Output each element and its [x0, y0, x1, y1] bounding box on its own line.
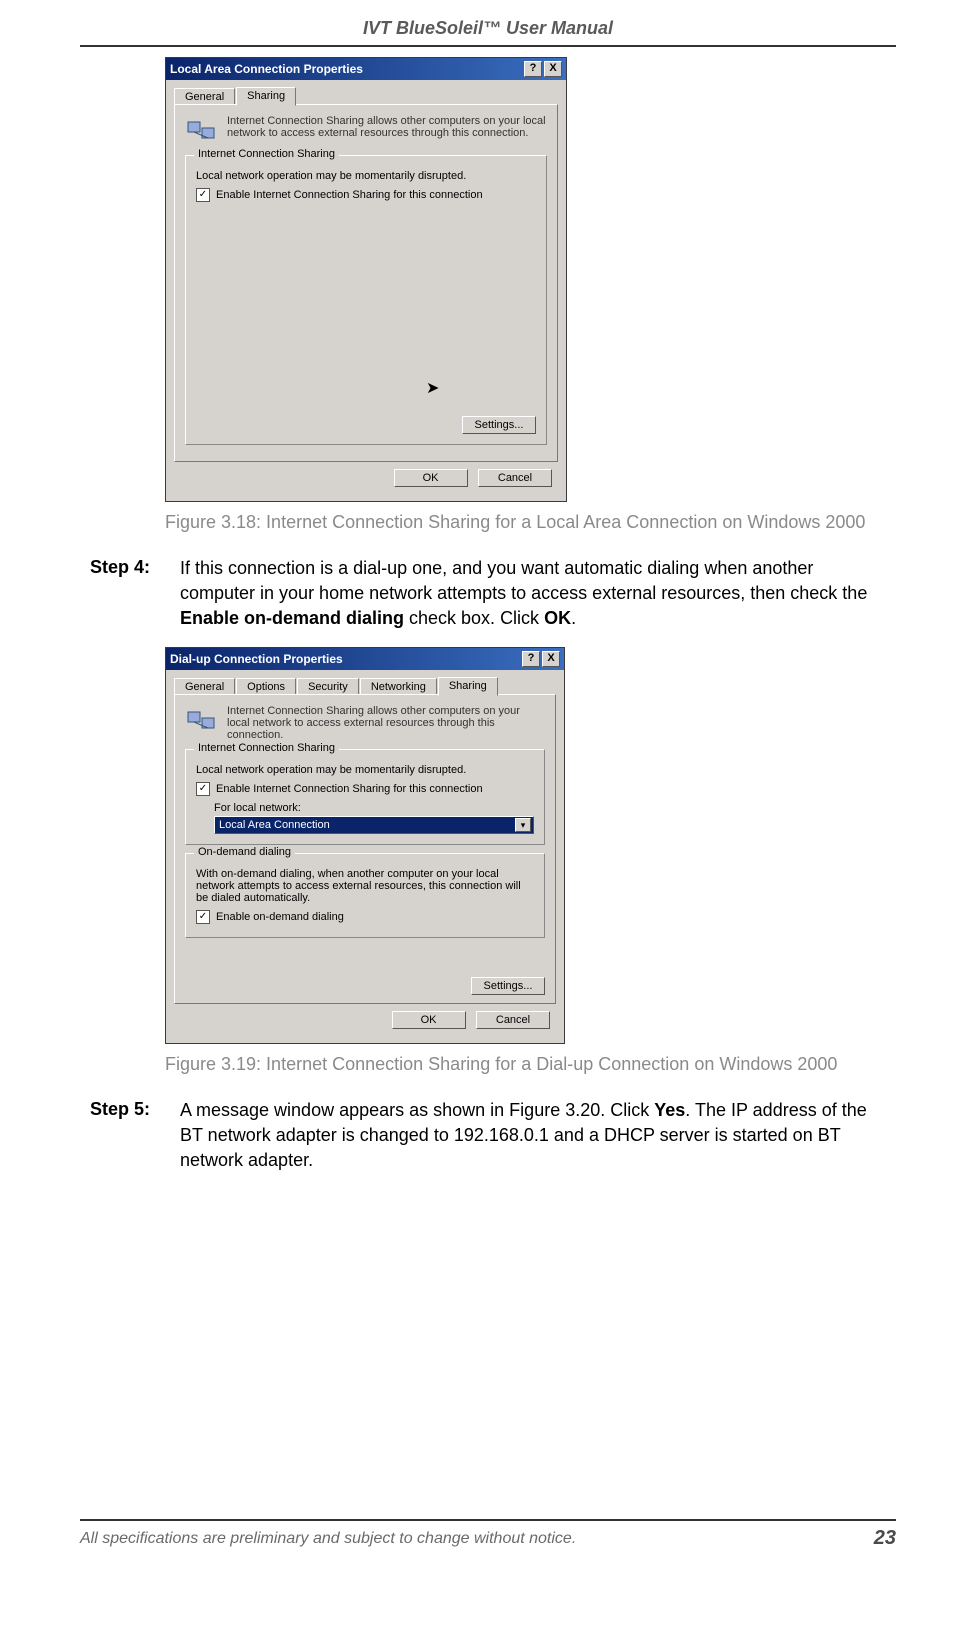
checkbox-enable-ics[interactable]: ✓: [196, 188, 210, 202]
settings-button[interactable]: Settings...: [471, 977, 545, 995]
checkbox-enable-on-demand-label: Enable on-demand dialing: [216, 911, 344, 923]
group-internet-connection-sharing: Local network operation may be momentari…: [185, 155, 547, 445]
close-icon[interactable]: X: [544, 61, 562, 77]
help-icon[interactable]: ?: [524, 61, 542, 77]
cancel-button[interactable]: Cancel: [478, 469, 552, 487]
disruption-note: Local network operation may be momentari…: [196, 764, 534, 776]
on-demand-description: With on-demand dialing, when another com…: [196, 868, 534, 904]
settings-button[interactable]: Settings...: [462, 416, 536, 434]
network-sharing-icon: [185, 705, 217, 737]
help-icon[interactable]: ?: [522, 651, 540, 667]
titlebar: Local Area Connection Properties ? X: [166, 58, 566, 80]
dialog-local-area-connection-properties: Local Area Connection Properties ? X Gen…: [165, 57, 567, 502]
checkbox-enable-on-demand[interactable]: ✓: [196, 910, 210, 924]
for-local-network-label: For local network:: [214, 802, 534, 814]
step-5-label: Step 5:: [90, 1098, 180, 1172]
ok-button[interactable]: OK: [392, 1011, 466, 1029]
step-4-label: Step 4:: [90, 556, 180, 630]
sharing-description: Internet Connection Sharing allows other…: [227, 705, 545, 741]
group-on-demand-dialing: With on-demand dialing, when another com…: [185, 853, 545, 938]
tab-sharing[interactable]: Sharing: [438, 677, 498, 696]
figure-caption-3-18: Figure 3.18: Internet Connection Sharing…: [165, 510, 886, 534]
local-network-dropdown[interactable]: Local Area Connection: [214, 816, 534, 834]
step-5-body: A message window appears as shown in Fig…: [180, 1098, 886, 1172]
tab-sharing[interactable]: Sharing: [236, 87, 296, 106]
footer-disclaimer: All specifications are preliminary and s…: [80, 1530, 874, 1548]
document-title: IVT BlueSoleil™ User Manual: [80, 18, 896, 45]
titlebar: Dial-up Connection Properties ? X: [166, 648, 564, 670]
checkbox-enable-ics-label: Enable Internet Connection Sharing for t…: [216, 783, 483, 795]
page-number: 23: [874, 1527, 896, 1550]
mouse-cursor-icon: ➤: [426, 378, 766, 398]
close-icon[interactable]: X: [542, 651, 560, 667]
checkbox-enable-ics-label: Enable Internet Connection Sharing for t…: [216, 189, 483, 201]
step-4-body: If this connection is a dial-up one, and…: [180, 556, 886, 630]
ok-button[interactable]: OK: [394, 469, 468, 487]
window-title: Dial-up Connection Properties: [170, 652, 520, 666]
checkbox-enable-ics[interactable]: ✓: [196, 782, 210, 796]
window-title: Local Area Connection Properties: [170, 62, 522, 76]
dialog-dialup-connection-properties: Dial-up Connection Properties ? X Genera…: [165, 647, 565, 1044]
group-internet-connection-sharing: Local network operation may be momentari…: [185, 749, 545, 845]
disruption-note: Local network operation may be momentari…: [196, 170, 536, 182]
figure-caption-3-19: Figure 3.19: Internet Connection Sharing…: [165, 1052, 886, 1076]
footer-divider: [80, 1519, 896, 1521]
network-sharing-icon: [185, 115, 217, 147]
header-divider: [80, 45, 896, 47]
cancel-button[interactable]: Cancel: [476, 1011, 550, 1029]
sharing-description: Internet Connection Sharing allows other…: [227, 115, 547, 147]
